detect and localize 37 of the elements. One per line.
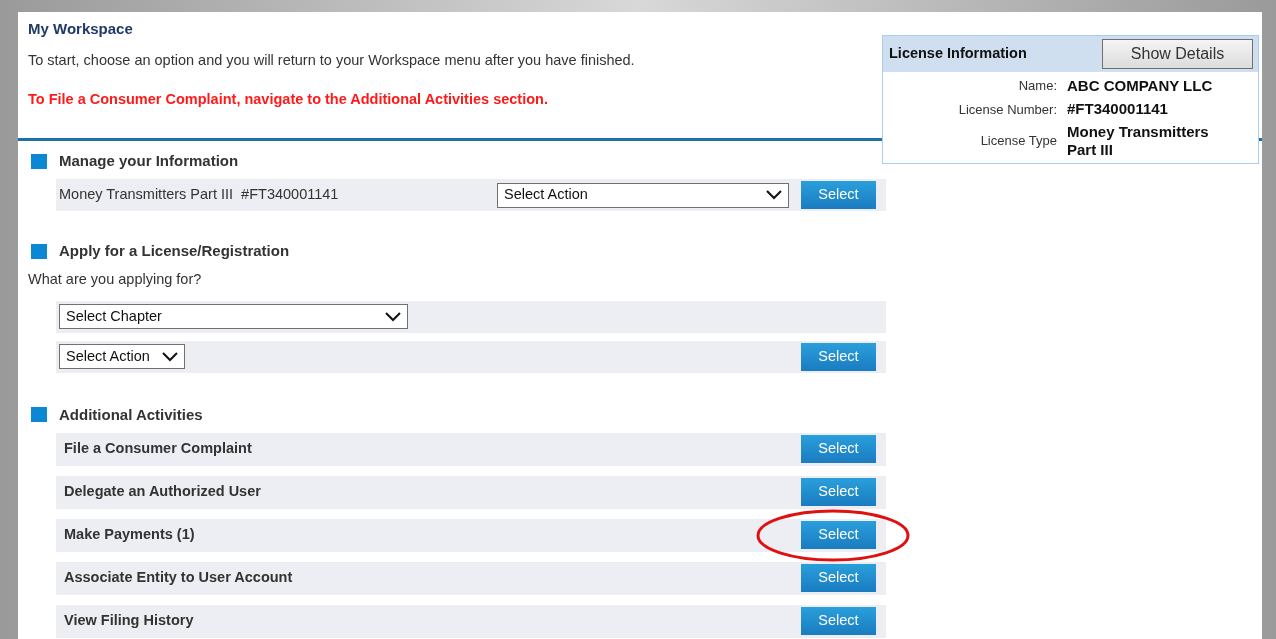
activity-label: Make Payments (1) [64, 525, 195, 545]
select-dropdown[interactable]: Select Action [497, 182, 789, 208]
page-title: My Workspace [28, 19, 134, 38]
license-label: Money Transmitters Part III #FT340001141 [59, 185, 339, 205]
section-heading: Manage your Information [59, 150, 239, 171]
field-value: Money Transmitters Part III [1067, 123, 1210, 159]
field-label: Name: [1017, 77, 1058, 95]
intro-text: To start, choose an option and you will return to your Workspace menu after you have finished. [28, 51, 635, 70]
select-button[interactable]: Select [801, 435, 876, 464]
chevron-down-icon [766, 190, 782, 200]
section-marker-icon [31, 153, 47, 169]
activity-label: Associate Entity to User Account [64, 568, 293, 588]
select-button[interactable]: Select [801, 342, 876, 371]
activity-label: File a Consumer Complaint [64, 439, 252, 459]
select-button[interactable]: Select [801, 564, 876, 593]
select-button[interactable]: Select [801, 521, 876, 550]
field-label: License Type [979, 132, 1058, 151]
section-heading: Apply for a License/Registration [59, 240, 290, 261]
activity-label: View Filing History [64, 611, 194, 631]
panel-title: License Information [889, 44, 1027, 64]
field-label: License Number: [957, 100, 1058, 119]
field-value: ABC COMPANY LLC [1067, 76, 1214, 95]
select-button[interactable]: Select [801, 607, 876, 636]
chevron-down-icon [385, 311, 401, 322]
select-button[interactable]: Select [801, 478, 876, 507]
section-marker-icon [31, 243, 47, 259]
select-button[interactable]: Select [801, 181, 876, 209]
section-heading: Additional Activities [59, 404, 203, 425]
notice-text: To File a Consumer Complaint, navigate to the Additional Activities section. [28, 89, 548, 109]
chevron-down-icon [162, 351, 178, 362]
select-dropdown[interactable]: Select Chapter [59, 304, 408, 330]
activity-label: Delegate an Authorized User [64, 482, 261, 502]
section-marker-icon [31, 407, 47, 423]
field-value: #FT340001141 [1067, 100, 1169, 119]
select-dropdown[interactable]: Select Action [59, 344, 185, 370]
question-text: What are you applying for? [28, 270, 203, 289]
show-details-button[interactable]: Show Details [1102, 39, 1253, 69]
